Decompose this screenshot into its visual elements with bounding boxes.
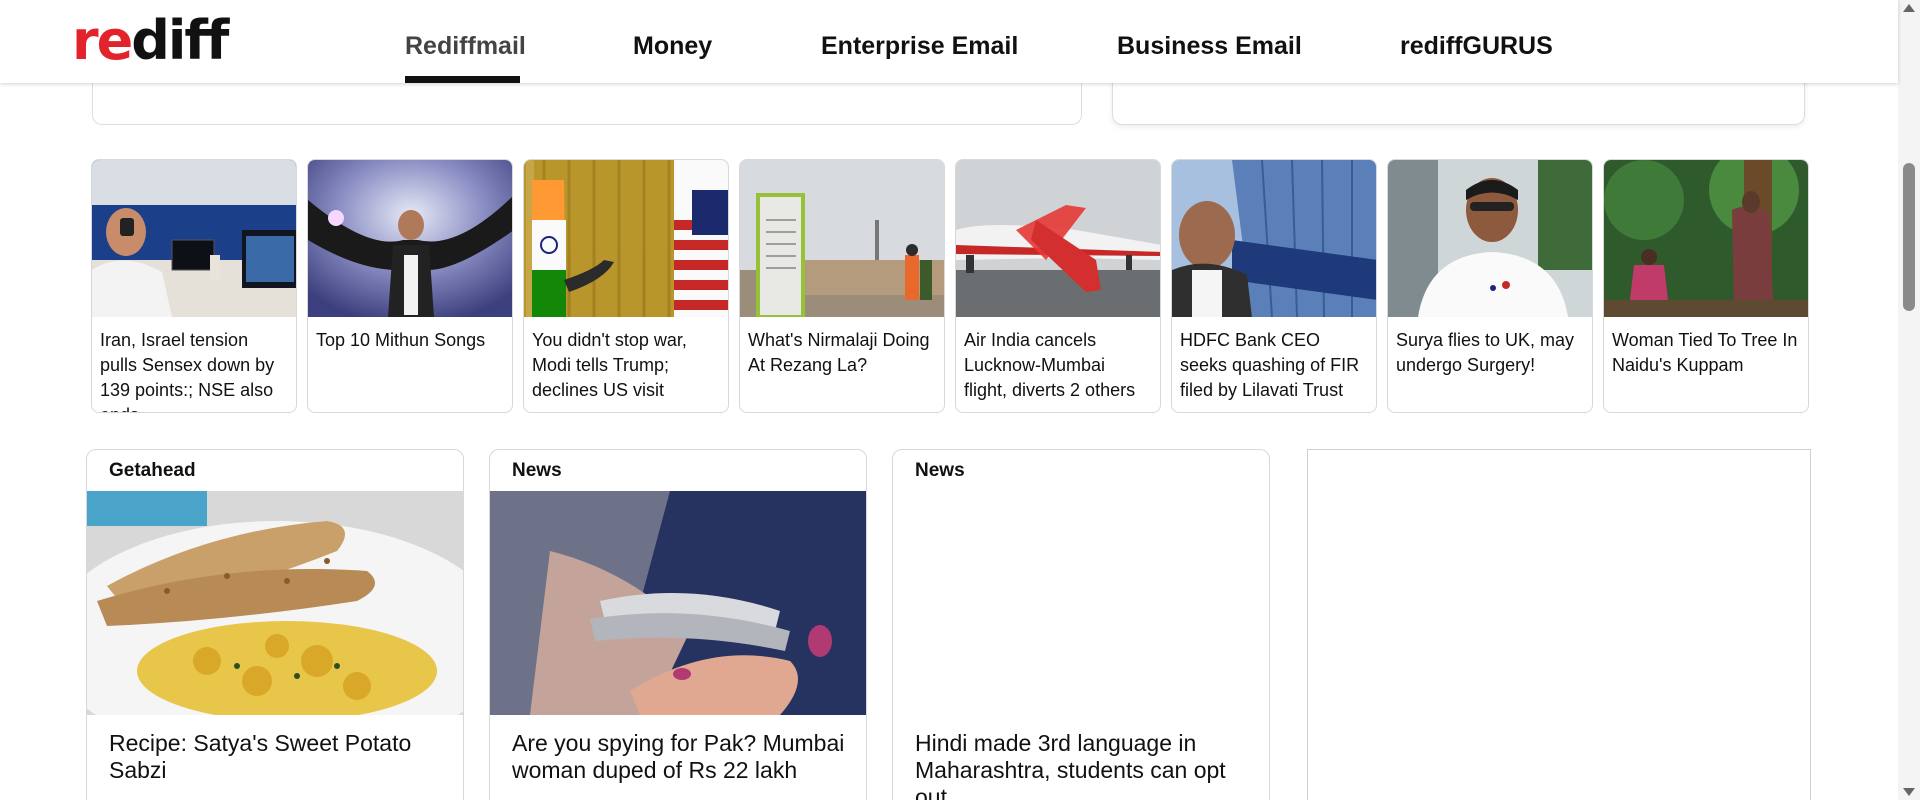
story-caption: Surya flies to UK, may undergo Surgery! — [1396, 330, 1575, 375]
story-caption: HDFC Bank CEO seeks quashing of FIR file… — [1180, 330, 1360, 400]
card-headline[interactable]: Are you spying for Pak? Mumbai woman dup… — [512, 730, 848, 784]
story-card[interactable]: HDFC Bank CEO seeks quashing of FIR file… — [1171, 159, 1377, 413]
story-caption: Air India cancels Lucknow-Mumbai flight,… — [964, 330, 1136, 400]
card-section-label: Getahead — [109, 460, 196, 481]
story-caption: You didn't stop war, Modi tells Trump; d… — [532, 330, 687, 400]
logo-part-red: re — [72, 9, 133, 72]
news-card[interactable]: News Are you spying for Pak? Mumbai woma… — [489, 449, 867, 800]
nav-rediffmail[interactable]: Rediffmail — [405, 32, 526, 61]
story-card[interactable]: What's Nirmalaji Doing At Rezang La? — [739, 159, 945, 413]
hand-phone-photo — [490, 491, 866, 715]
active-tab-indicator — [405, 76, 520, 83]
getahead-card[interactable]: Getahead Recipe: Satya's Sweet Potato Sa… — [86, 449, 464, 800]
rediff-logo[interactable]: rediff — [72, 14, 229, 68]
scroll-down-arrow-icon[interactable] — [1903, 788, 1915, 796]
rezang-la-memorial-photo — [740, 160, 944, 317]
story-card[interactable]: Top 10 Mithun Songs — [307, 159, 513, 413]
story-card[interactable]: Air India cancels Lucknow-Mumbai flight,… — [955, 159, 1161, 413]
story-caption: Woman Tied To Tree In Naidu's Kuppam — [1612, 330, 1798, 375]
card-section-label: News — [512, 460, 562, 481]
food-plate-photo — [87, 491, 463, 715]
top-header: rediff Rediffmail Money Enterprise Email… — [0, 0, 1898, 83]
flags-india-us-photo — [524, 160, 728, 317]
hdfc-bank-building-photo — [1172, 160, 1376, 317]
story-card[interactable]: Surya flies to UK, may undergo Surgery! — [1387, 159, 1593, 413]
nav-enterprise-email[interactable]: Enterprise Email — [821, 32, 1018, 61]
story-caption: Iran, Israel tension pulls Sensex down b… — [100, 330, 275, 412]
trader-on-phone-photo — [92, 160, 296, 317]
nav-rediffgurus[interactable]: rediffGURUS — [1400, 32, 1553, 61]
woman-tied-tree-photo — [1604, 160, 1808, 317]
nav-money[interactable]: Money — [633, 32, 712, 61]
scroll-up-arrow-icon[interactable] — [1903, 4, 1915, 12]
scrollbar-thumb[interactable] — [1903, 163, 1915, 311]
card-section-label: News — [915, 460, 965, 481]
image-placeholder — [893, 491, 1269, 715]
card-headline[interactable]: Recipe: Satya's Sweet Potato Sabzi — [109, 730, 445, 784]
news-card[interactable]: News Hindi made 3rd language in Maharash… — [892, 449, 1270, 800]
nav-business-email[interactable]: Business Email — [1117, 32, 1302, 61]
air-india-plane-photo — [956, 160, 1160, 317]
story-card[interactable]: Iran, Israel tension pulls Sensex down b… — [91, 159, 297, 413]
story-card[interactable]: You didn't stop war, Modi tells Trump; d… — [523, 159, 729, 413]
ad-slot — [1307, 449, 1811, 800]
story-caption: What's Nirmalaji Doing At Rezang La? — [748, 330, 930, 375]
vertical-scrollbar[interactable] — [1898, 0, 1920, 800]
card-headline[interactable]: Hindi made 3rd language in Maharashtra, … — [915, 730, 1251, 800]
story-card[interactable]: Woman Tied To Tree In Naidu's Kuppam — [1603, 159, 1809, 413]
story-caption: Top 10 Mithun Songs — [316, 330, 486, 350]
cricketer-smiling-photo — [1388, 160, 1592, 317]
mithun-dance-photo — [308, 160, 512, 317]
logo-part-black: diff — [131, 9, 229, 72]
